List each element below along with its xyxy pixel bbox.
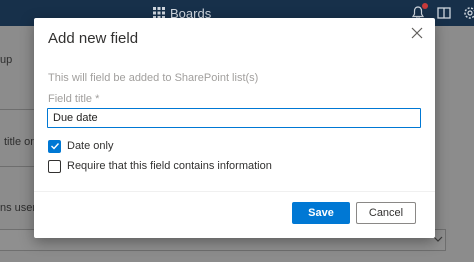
- dialog-title: Add new field: [48, 30, 139, 47]
- date-only-checkbox-row[interactable]: Date only: [48, 139, 113, 153]
- required-checkbox-row[interactable]: Require that this field contains informa…: [48, 159, 272, 173]
- info-text: This will field be added to SharePoint l…: [48, 72, 259, 84]
- bg-text-fragment: up: [0, 54, 13, 66]
- bg-divider: [0, 109, 34, 110]
- date-only-checkbox[interactable]: [48, 139, 61, 153]
- notification-dot: [422, 3, 428, 9]
- close-icon: [411, 27, 423, 39]
- checkmark-icon: [50, 143, 59, 150]
- required-checkbox[interactable]: [48, 159, 61, 173]
- save-button[interactable]: Save: [292, 202, 350, 224]
- cancel-button[interactable]: Cancel: [356, 202, 416, 224]
- field-title-label: Field title *: [48, 93, 100, 105]
- date-only-label: Date only: [67, 140, 114, 152]
- bg-text-fragment: title on: [4, 136, 37, 148]
- bg-divider: [0, 166, 34, 167]
- gear-icon[interactable]: [462, 5, 474, 21]
- add-field-dialog: Add new field This will field be added t…: [34, 18, 435, 238]
- book-icon[interactable]: [436, 5, 452, 21]
- footer-divider: [34, 191, 435, 192]
- field-title-input[interactable]: [47, 108, 421, 128]
- required-label: Require that this field contains informa…: [67, 160, 272, 172]
- close-button[interactable]: [409, 25, 425, 41]
